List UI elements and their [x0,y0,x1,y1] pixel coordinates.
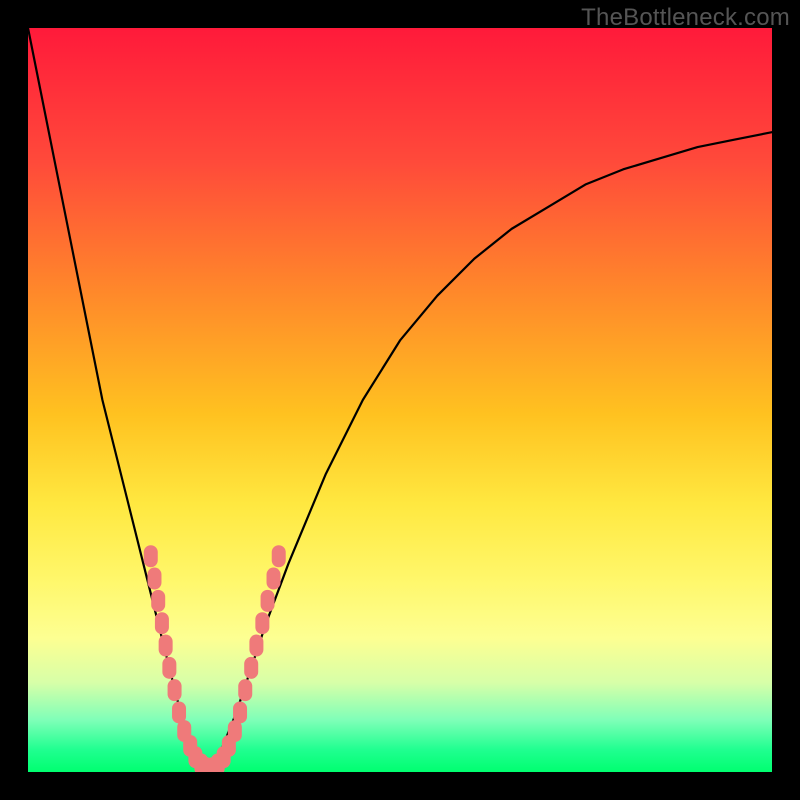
scatter-point [144,545,158,567]
scatter-point [159,635,173,657]
chart-frame: TheBottleneck.com [0,0,800,800]
plot-area [28,28,772,772]
marker-layer [144,545,286,772]
chart-svg [28,28,772,772]
scatter-point [267,568,281,590]
curve-layer [28,28,772,772]
scatter-point [155,612,169,634]
scatter-point [255,612,269,634]
scatter-point [244,657,258,679]
scatter-point [162,657,176,679]
scatter-point [249,635,263,657]
bottleneck-curve [28,28,772,772]
scatter-point [151,590,165,612]
watermark-text: TheBottleneck.com [581,4,790,32]
scatter-point [147,568,161,590]
scatter-point [168,679,182,701]
scatter-point [272,545,286,567]
scatter-point [261,590,275,612]
scatter-point [233,701,247,723]
scatter-point [238,679,252,701]
